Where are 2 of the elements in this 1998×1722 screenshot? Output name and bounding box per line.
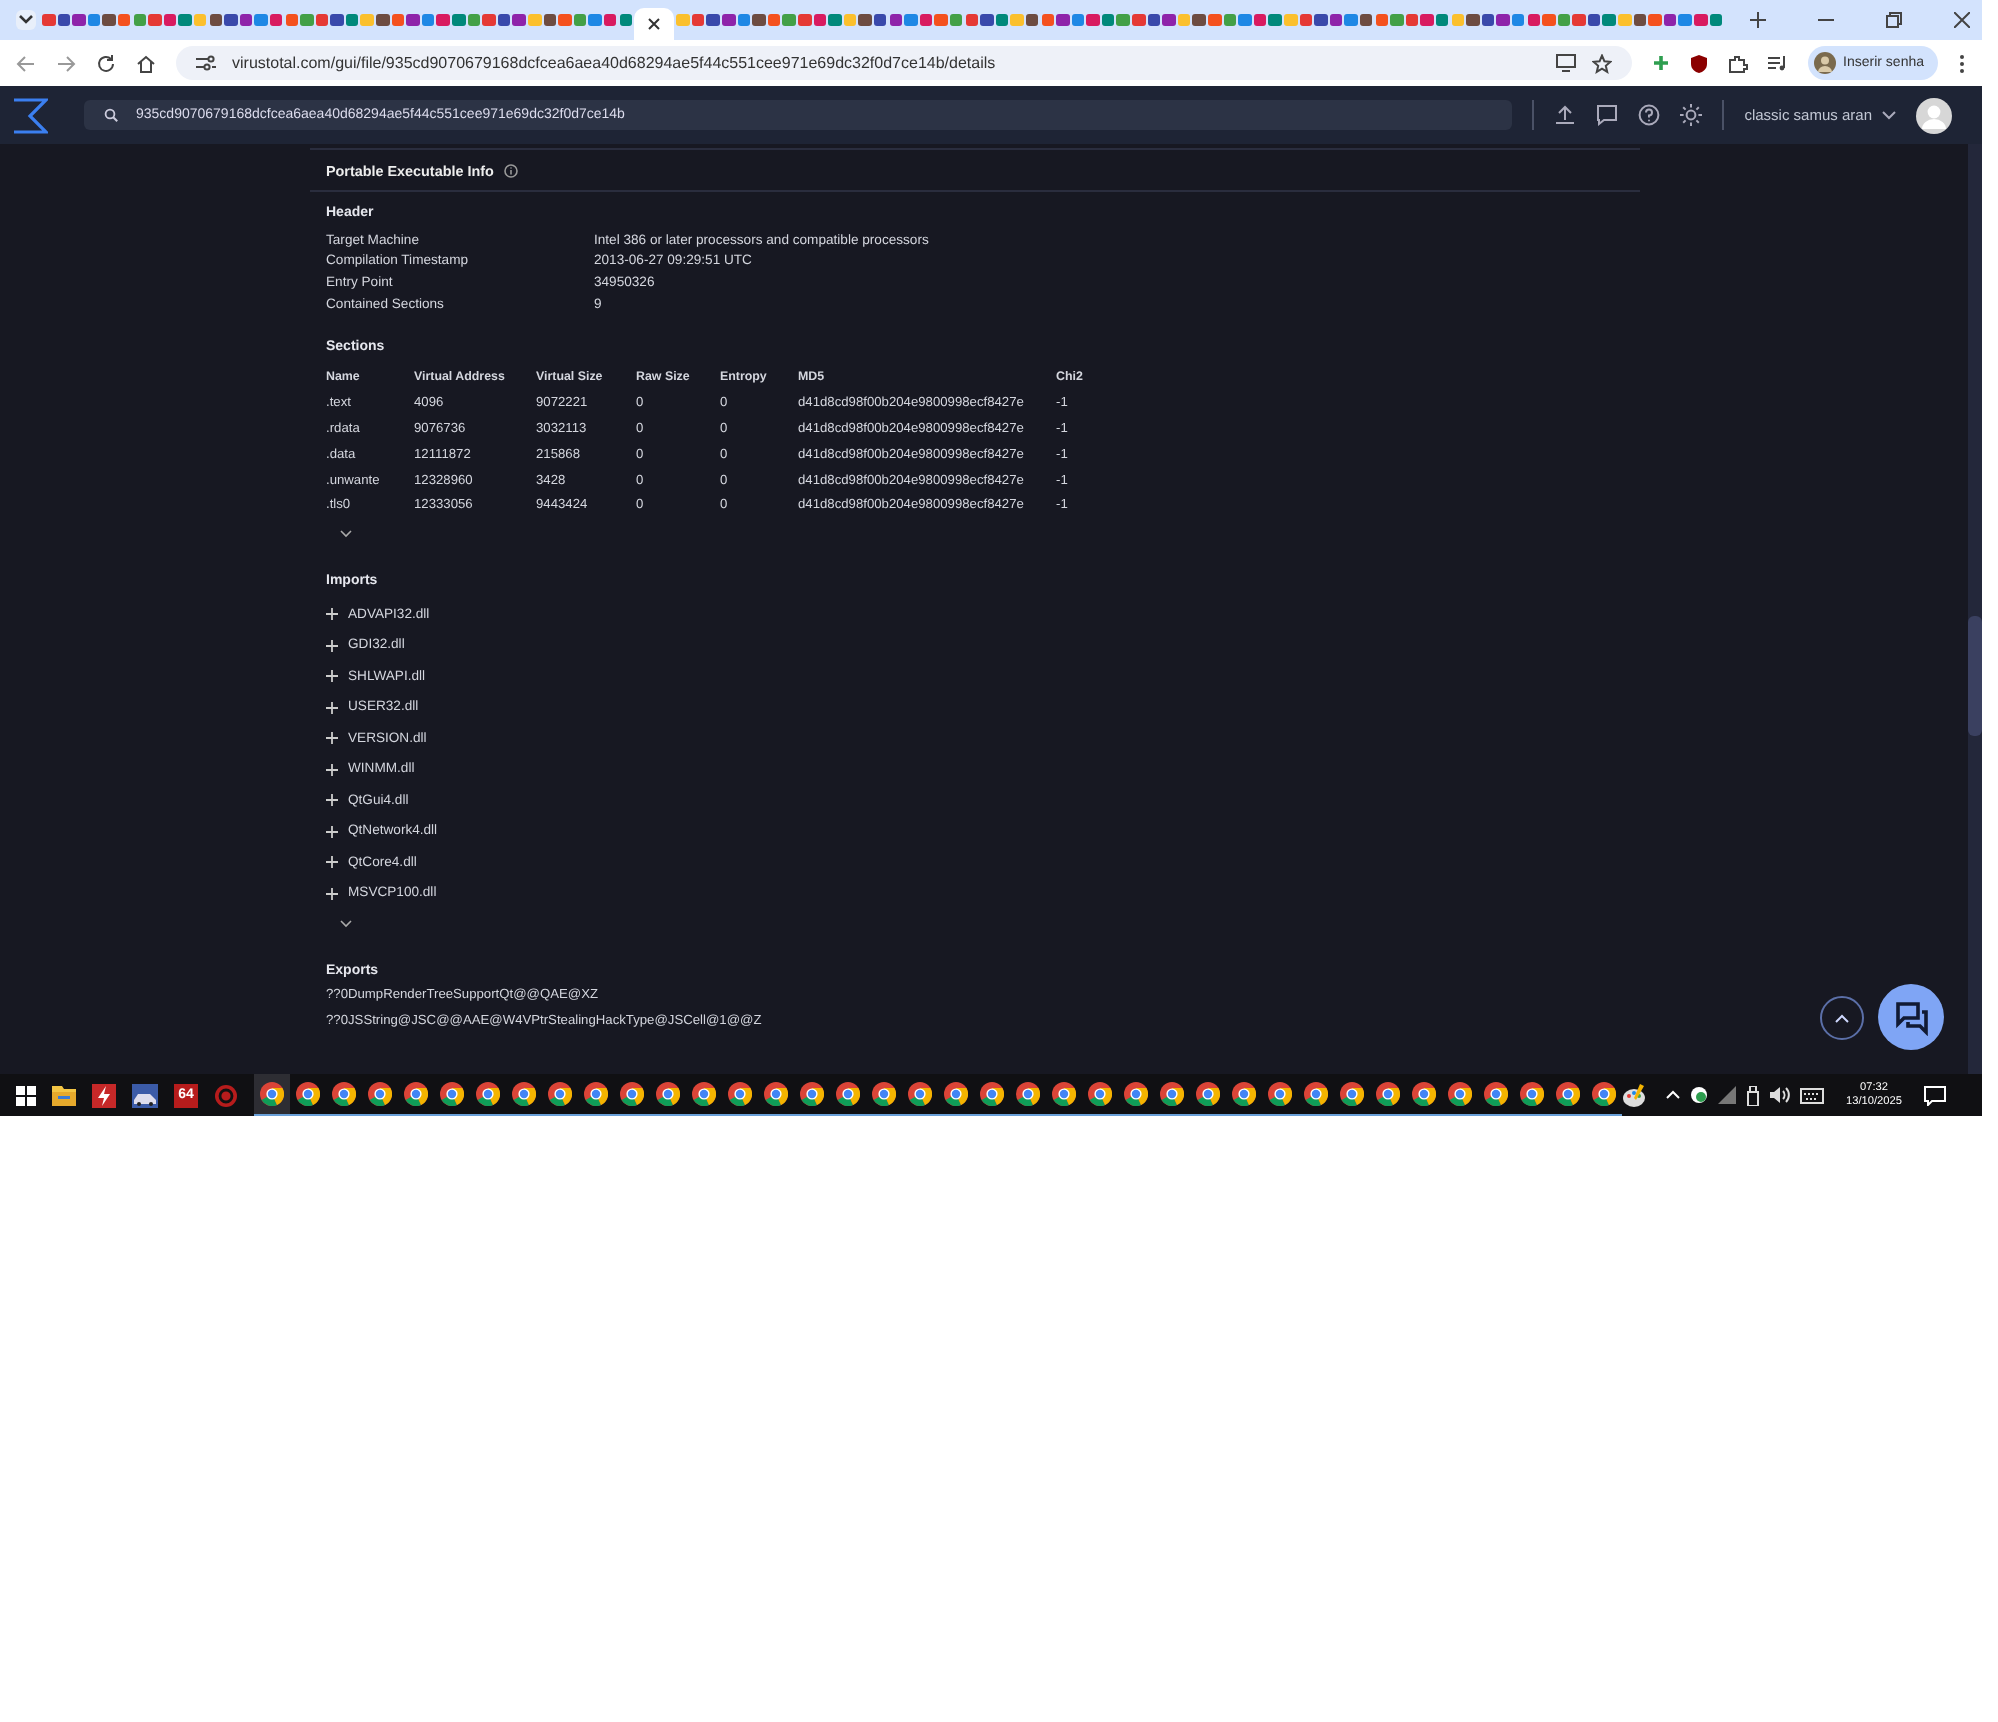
url-text: virustotal.com/gui/file/935cd9070679168dcfcea6aea40d68294ae5f44c551cee971e69dc32f0d7ce14b/details (232, 54, 996, 72)
address-bar[interactable]: virustotal.com/gui/file/935cd9070679168dcfcea6aea40d68294ae5f44c551cee971e69dc32f0d7ce14b/details (176, 46, 1632, 80)
